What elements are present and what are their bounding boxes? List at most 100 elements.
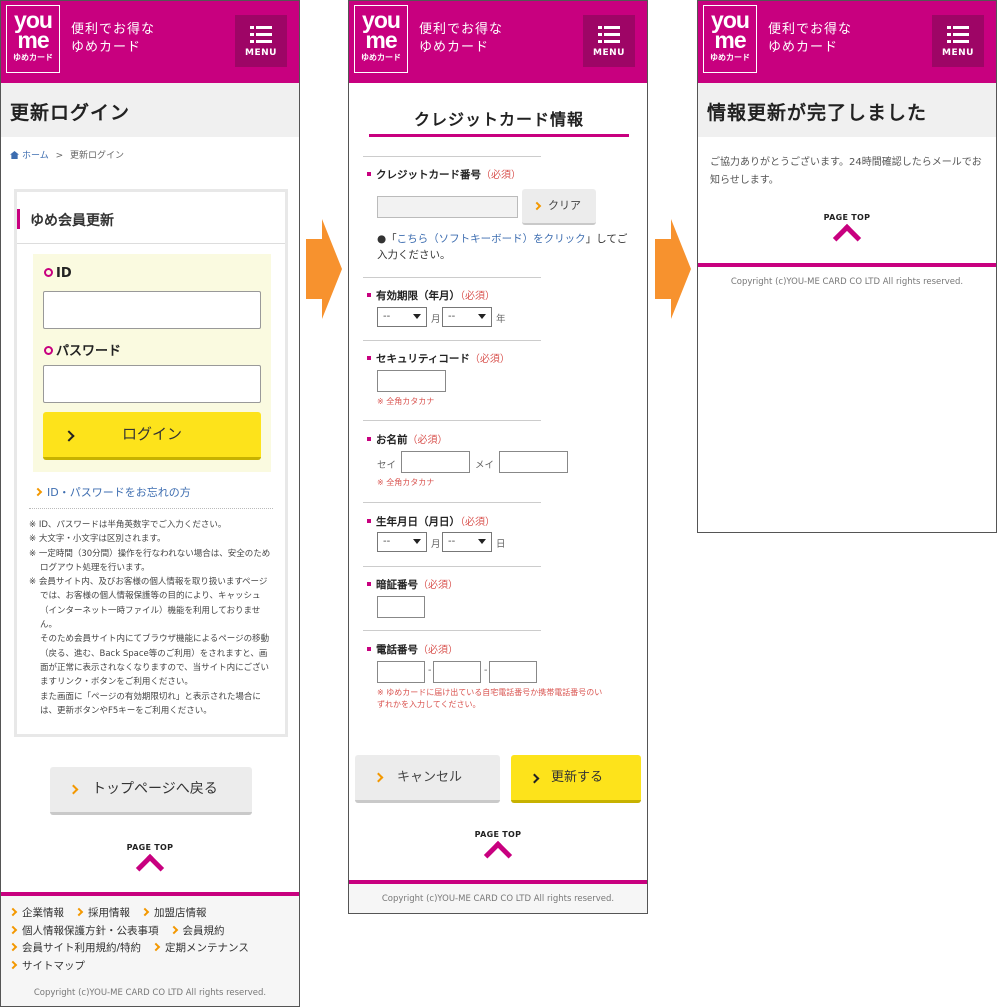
page-top-link[interactable]: PAGE TOP [349, 830, 647, 870]
menu-button[interactable]: MENU [932, 15, 984, 67]
first-name-kana-input[interactable] [499, 451, 568, 473]
mei-label: メイ [475, 460, 495, 471]
expiry-month-select[interactable]: -- [377, 307, 427, 327]
pin-input[interactable] [377, 596, 425, 618]
required-mark: （必須） [407, 435, 448, 446]
phone-part2-input[interactable] [433, 661, 481, 683]
section-divider [363, 420, 541, 421]
breadcrumb-home-link[interactable]: ホーム [22, 151, 49, 161]
chevron-right-icon [63, 430, 75, 442]
note-item: ※ 大文字・小文字は区別されます。 [29, 534, 166, 545]
dotted-divider [29, 508, 273, 509]
phone-label: 電話番号（必須） [367, 641, 458, 657]
select-value: -- [383, 536, 391, 547]
clear-button[interactable]: クリア [522, 189, 596, 225]
youme-logo[interactable]: you me ゆめカード [354, 5, 408, 73]
chevron-right-icon [68, 784, 79, 795]
soft-keyboard-link[interactable]: こちら（ソフトキーボード）をクリック [397, 233, 586, 245]
menu-icon [947, 26, 969, 44]
footer-link-maintenance[interactable]: 定期メンテナンス [151, 940, 249, 958]
section-divider [363, 340, 541, 341]
footer-link-sitemap[interactable]: サイトマップ [8, 958, 85, 976]
pin-label: 暗証番号（必須） [367, 576, 458, 592]
footer-link-merchant[interactable]: 加盟店情報 [140, 905, 207, 923]
phone-part1-input[interactable] [377, 661, 425, 683]
footer-link-recruit[interactable]: 採用情報 [74, 905, 130, 923]
id-input[interactable] [43, 291, 261, 329]
chevron-right-icon [529, 773, 540, 784]
chevron-right-icon [151, 942, 161, 952]
footer-links: 企業情報 採用情報 加盟店情報 個人情報保護方針・公表事項 会員規約 会員サイト利用規… [8, 905, 295, 976]
note-item: また画面に「ページの有効期限切れ」と表示された場合には、更新ボタンやF5キーをご… [40, 691, 261, 716]
cancel-button[interactable]: キャンセル [355, 755, 500, 803]
section-divider [363, 156, 541, 157]
square-bullet-icon [367, 172, 371, 176]
update-button[interactable]: 更新する [511, 755, 641, 803]
katakana-hint: ※ 全角カタカナ [377, 397, 435, 406]
last-name-kana-input[interactable] [401, 451, 470, 473]
menu-button[interactable]: MENU [583, 15, 635, 67]
flow-arrow-1 [306, 219, 342, 319]
header-accent-bar [17, 209, 20, 229]
youme-logo[interactable]: you me ゆめカード [6, 5, 60, 73]
chevron-right-icon [8, 907, 18, 917]
card-number-label: クレジットカード番号（必須） [367, 166, 521, 182]
page-title: 情報更新が完了しました [707, 102, 928, 124]
tagline-line2: ゆめカード [71, 40, 142, 55]
sei-label: セイ [377, 460, 397, 471]
label-text: 電話番号 [376, 644, 418, 656]
back-to-top-label: トップページへ戻る [92, 781, 218, 797]
back-to-top-page-button[interactable]: トップページへ戻る [50, 767, 252, 815]
square-bullet-icon [367, 582, 371, 586]
forgot-link-text: ID・パスワードをお忘れの方 [47, 486, 191, 499]
footer-link-label: 個人情報保護方針・公表事項 [22, 924, 159, 937]
footer-link-company[interactable]: 企業情報 [8, 905, 64, 923]
note-item: ※ ID、パスワードは半角英数字でご入力ください。 [29, 520, 227, 530]
title-underline [369, 134, 629, 137]
chevron-up-icon [483, 840, 513, 870]
password-input[interactable] [43, 365, 261, 403]
page-top-label: PAGE TOP [474, 830, 522, 839]
unit-month: 月 [431, 539, 441, 550]
copyright: Copyright (c)YOU-ME CARD CO LTD All righ… [381, 894, 615, 904]
footer-link-site-terms[interactable]: 会員サイト利用規約/特約 [8, 940, 141, 958]
footer-link-member-terms[interactable]: 会員規約 [169, 923, 225, 941]
logo-text-me: me [714, 27, 746, 53]
chevron-right-icon [8, 960, 18, 969]
card-number-input[interactable] [377, 196, 518, 218]
menu-icon [598, 26, 620, 44]
phone-dash: - [484, 665, 488, 676]
expiry-year-select[interactable]: -- [442, 307, 492, 327]
login-form: ID パスワード ログイン [33, 254, 271, 472]
select-value: -- [448, 311, 456, 322]
birth-day-select[interactable]: -- [442, 532, 492, 552]
name-label: お名前（必須） [367, 431, 448, 447]
required-mark: （必須） [418, 580, 458, 591]
phone-part3-input[interactable] [489, 661, 537, 683]
chevron-up-icon [135, 853, 165, 883]
footer-link-privacy[interactable]: 個人情報保護方針・公表事項 [8, 923, 159, 941]
footer-link-label: サイトマップ [22, 959, 85, 972]
menu-button[interactable]: MENU [235, 15, 287, 67]
security-code-input[interactable] [377, 370, 446, 392]
section-divider [363, 277, 541, 278]
login-button[interactable]: ログイン [43, 412, 261, 460]
tagline: 便利でお得な ゆめカード [768, 21, 852, 57]
label-text: クレジットカード番号 [376, 169, 481, 181]
page-top-link[interactable]: PAGE TOP [1, 843, 299, 883]
ring-bullet-icon [44, 346, 53, 355]
square-bullet-icon [367, 293, 371, 297]
youme-logo[interactable]: you me ゆめカード [703, 5, 757, 73]
page-top-link[interactable]: PAGE TOP [698, 213, 996, 253]
chevron-right-icon [74, 907, 84, 917]
forgot-credentials-link[interactable]: ID・パスワードをお忘れの方 [33, 484, 191, 500]
ring-bullet-icon [44, 268, 53, 277]
note-item: そのため会員サイト内にてブラウザ機能によるページの移動（戻る、進む、Back S… [40, 634, 270, 688]
login-button-label: ログイン [121, 425, 182, 443]
section-divider [363, 630, 541, 631]
bullet: ● [377, 233, 387, 245]
password-label: パスワード [44, 340, 121, 359]
birth-month-select[interactable]: -- [377, 532, 427, 552]
cancel-button-label: キャンセル [397, 770, 463, 785]
site-header: you me ゆめカード 便利でお得な ゆめカード MENU [1, 1, 299, 83]
